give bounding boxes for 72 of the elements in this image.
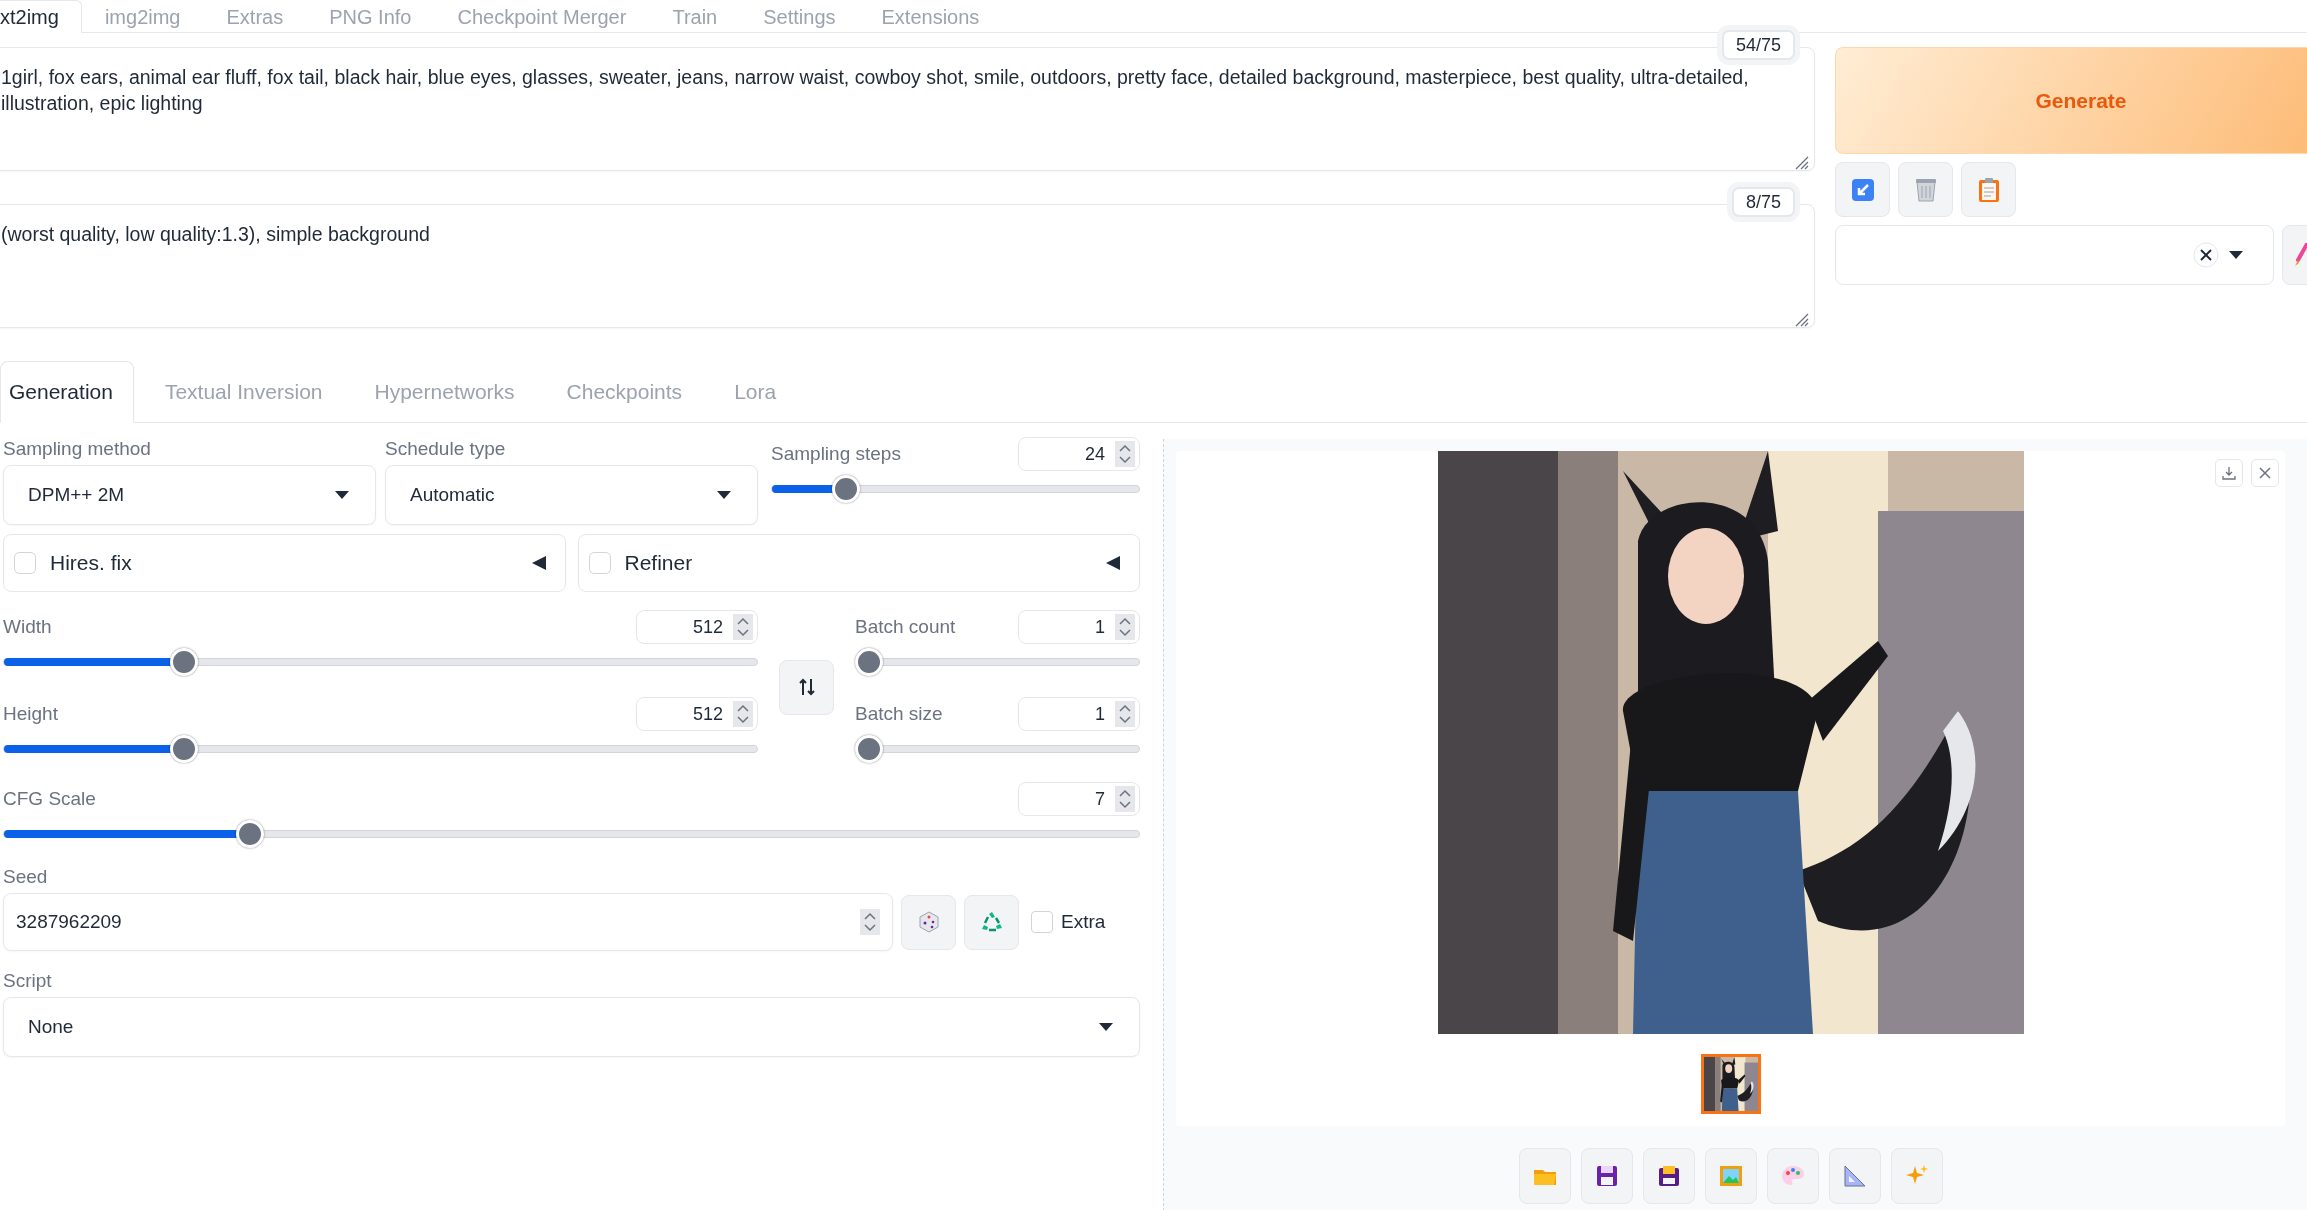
number-field[interactable]: 24 xyxy=(1018,437,1140,471)
number-field[interactable]: 7 xyxy=(1018,782,1140,816)
spinner-icon[interactable] xyxy=(1115,614,1135,640)
send-to-extras-button[interactable] xyxy=(1828,1148,1881,1204)
close-icon xyxy=(2258,466,2272,480)
paste-button[interactable] xyxy=(1961,162,2016,217)
field-label: Sampling steps xyxy=(771,442,901,466)
seed-field[interactable]: 3287962209 xyxy=(3,893,893,951)
field-label: Script xyxy=(3,969,53,993)
dropdown[interactable]: Automatic xyxy=(385,465,758,525)
checkbox[interactable] xyxy=(588,552,611,574)
field-label: Height xyxy=(3,702,58,726)
dropdown[interactable]: DPM++ 2M xyxy=(3,465,376,525)
clear-button[interactable] xyxy=(1898,162,1953,217)
dice-icon xyxy=(916,910,941,934)
download-button[interactable] xyxy=(2215,459,2243,487)
checkbox[interactable] xyxy=(1031,911,1053,933)
framed-picture-icon xyxy=(1717,1163,1744,1189)
spinner-icon[interactable] xyxy=(860,909,880,935)
accordion-header[interactable]: Hires. fix xyxy=(3,534,566,592)
field-label: CFG Scale xyxy=(3,787,96,811)
field-label: Batch size xyxy=(855,702,943,726)
spinner-icon[interactable] xyxy=(1115,441,1135,467)
field-label: Sampling method xyxy=(3,437,152,461)
tab[interactable]: Generation xyxy=(0,361,134,423)
trash-icon xyxy=(1913,176,1938,203)
brush-icon xyxy=(2293,243,2307,267)
checkbox[interactable] xyxy=(14,552,36,574)
swap-arrows-icon xyxy=(798,678,815,696)
number-field[interactable]: 1 xyxy=(1018,610,1140,644)
recycle-icon xyxy=(979,910,1004,934)
download-icon xyxy=(2222,466,2236,480)
caret-icon xyxy=(717,491,731,499)
field-label: Batch count xyxy=(855,615,956,639)
slider-handle[interactable] xyxy=(170,648,199,676)
save-button[interactable] xyxy=(1580,1148,1633,1204)
spinner-icon[interactable] xyxy=(733,614,753,640)
resize-handle-icon[interactable] xyxy=(1793,154,1809,170)
dropdown[interactable]: None xyxy=(3,997,1140,1057)
open-folder-button[interactable] xyxy=(1518,1148,1571,1204)
slider-handle[interactable] xyxy=(170,735,199,763)
caret-icon xyxy=(335,491,349,499)
clear-icon[interactable] xyxy=(2193,242,2219,268)
number-field[interactable]: 512 xyxy=(636,697,758,731)
spinner-icon[interactable] xyxy=(1115,786,1135,812)
arrow-square-icon xyxy=(1849,176,1876,203)
close-button[interactable] xyxy=(2251,459,2279,487)
number-field[interactable]: 1 xyxy=(1018,697,1140,731)
spinner-icon[interactable] xyxy=(733,701,753,727)
caret-icon xyxy=(2229,251,2243,259)
swap-button[interactable] xyxy=(779,659,834,715)
send-to-img2img-button[interactable] xyxy=(1704,1148,1757,1204)
slider-handle[interactable] xyxy=(832,475,861,503)
number-field[interactable]: 512 xyxy=(636,610,758,644)
checkbox-label: Extra xyxy=(1061,909,1106,934)
field-label: Width xyxy=(3,615,52,639)
accordion-header[interactable]: Refiner xyxy=(577,534,1140,592)
caret-icon xyxy=(1099,1023,1113,1031)
tab[interactable]: xt2img xyxy=(0,0,82,33)
triangle-ruler-icon xyxy=(1841,1163,1868,1189)
slider-handle[interactable] xyxy=(855,735,883,763)
zip-button[interactable] xyxy=(1642,1148,1695,1204)
clipboard-icon xyxy=(1977,176,2000,203)
field-label: Seed xyxy=(3,865,49,889)
spinner-icon[interactable] xyxy=(1115,701,1135,727)
field-label: Schedule type xyxy=(385,437,507,461)
resize-handle-icon[interactable] xyxy=(1793,311,1809,327)
slider-handle[interactable] xyxy=(855,648,883,676)
thumbnail[interactable] xyxy=(1700,1054,1761,1114)
apply-button[interactable] xyxy=(1835,162,1890,217)
slider-handle[interactable] xyxy=(235,820,264,848)
reuse-seed-button[interactable] xyxy=(964,894,1019,950)
